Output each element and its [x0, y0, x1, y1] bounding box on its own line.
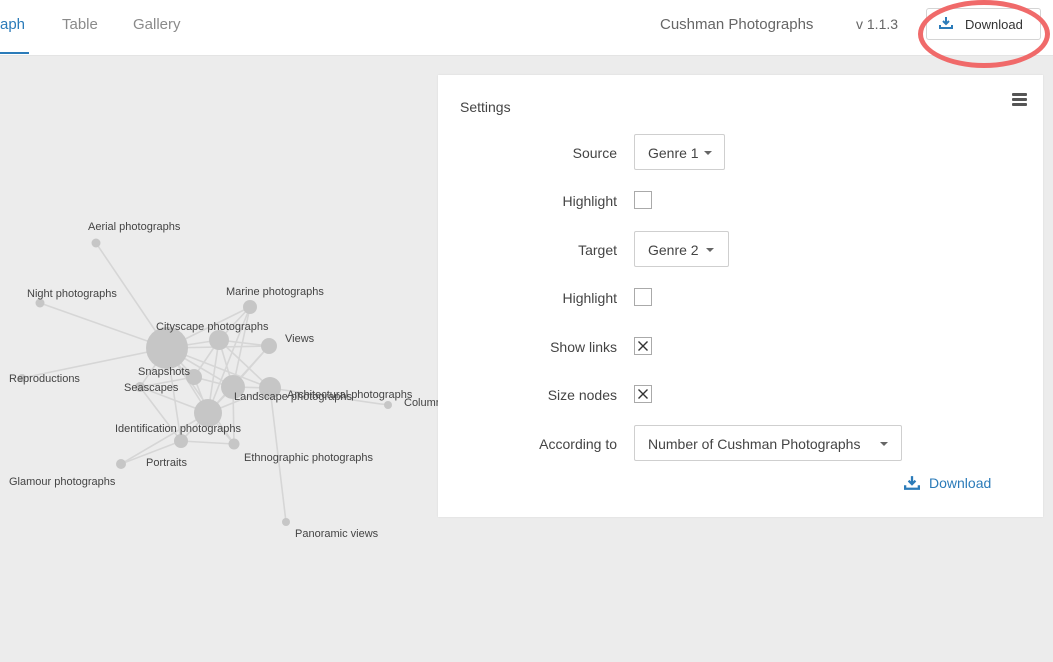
label-architectural-photographs: Architectural photographs: [287, 389, 413, 401]
tab-table[interactable]: Table: [62, 16, 98, 33]
panel-download-label: Download: [929, 475, 992, 491]
target-highlight-checkbox[interactable]: [634, 288, 652, 306]
node-portraits[interactable]: [174, 434, 188, 448]
target-select-value: Genre 2: [648, 242, 699, 258]
chevron-down-icon: [706, 248, 714, 252]
label-marine-photographs: Marine photographs: [226, 286, 324, 298]
according-to-select[interactable]: Number of Cushman Photographs: [634, 425, 902, 461]
source-select-value: Genre 1: [648, 145, 699, 161]
according-to-select-value: Number of Cushman Photographs: [648, 436, 861, 452]
source-highlight-label: Highlight: [562, 193, 617, 209]
target-label: Target: [578, 242, 617, 258]
label-portraits: Portraits: [146, 457, 187, 469]
label-identification-photographs: Identification photographs: [115, 423, 241, 435]
source-highlight-checkbox[interactable]: [634, 191, 652, 209]
app-title: Cushman Photographs: [660, 16, 814, 33]
size-nodes-label: Size nodes: [547, 387, 617, 403]
node-columns[interactable]: [384, 401, 392, 409]
download-button[interactable]: Download: [926, 8, 1041, 40]
target-select[interactable]: Genre 2: [634, 231, 729, 267]
checkmark-x-icon: [638, 341, 648, 351]
size-nodes-checkbox[interactable]: [634, 385, 652, 403]
app-version: v 1.1.3: [856, 16, 899, 32]
label-views: Views: [285, 333, 315, 345]
node-marine-photographs[interactable]: [243, 300, 257, 314]
node-ethnographic-photographs[interactable]: [228, 438, 240, 450]
download-icon: [939, 16, 953, 35]
show-links-label: Show links: [550, 339, 617, 355]
checkmark-x-icon: [638, 389, 648, 399]
show-links-checkbox[interactable]: [634, 337, 652, 355]
label-snapshots: Snapshots: [138, 366, 190, 378]
node-cityscape-photographs[interactable]: [146, 327, 188, 369]
chevron-down-icon: [704, 151, 712, 155]
node-views[interactable]: [261, 338, 277, 354]
download-icon: [904, 476, 920, 490]
label-reproductions: Reproductions: [9, 373, 80, 385]
node-aerial-photographs[interactable]: [91, 238, 101, 248]
hamburger-menu-icon[interactable]: [1012, 92, 1028, 108]
label-cityscape-photographs: Cityscape photographs: [156, 321, 269, 333]
label-ethnographic-photographs: Ethnographic photographs: [244, 452, 374, 464]
top-navigation-bar: aph Table Gallery Cushman Photographs v …: [0, 0, 1053, 56]
tab-gallery[interactable]: Gallery: [133, 16, 181, 33]
label-aerial-photographs: Aerial photographs: [88, 221, 181, 233]
label-night-photographs: Night photographs: [27, 288, 117, 300]
settings-panel: Settings Source Genre 1 Highlight Target…: [438, 75, 1043, 517]
node-panoramic-views[interactable]: [282, 518, 290, 526]
target-highlight-label: Highlight: [562, 290, 617, 306]
chevron-down-icon: [880, 442, 888, 446]
label-panoramic-views: Panoramic views: [295, 528, 379, 540]
label-seascapes: Seascapes: [124, 382, 179, 394]
download-button-label: Download: [965, 17, 1023, 32]
network-graph[interactable]: Aerial photographs Night photographs Mar…: [0, 56, 448, 662]
source-select[interactable]: Genre 1: [634, 134, 725, 170]
according-to-label: According to: [539, 436, 617, 452]
active-tab-indicator: [0, 52, 29, 54]
source-label: Source: [572, 145, 617, 161]
node-cityscape-secondary[interactable]: [209, 330, 229, 350]
label-glamour-photographs: Glamour photographs: [9, 476, 116, 488]
tab-graph[interactable]: aph: [0, 16, 25, 33]
node-glamour-photographs[interactable]: [116, 459, 126, 469]
settings-title: Settings: [460, 99, 511, 115]
